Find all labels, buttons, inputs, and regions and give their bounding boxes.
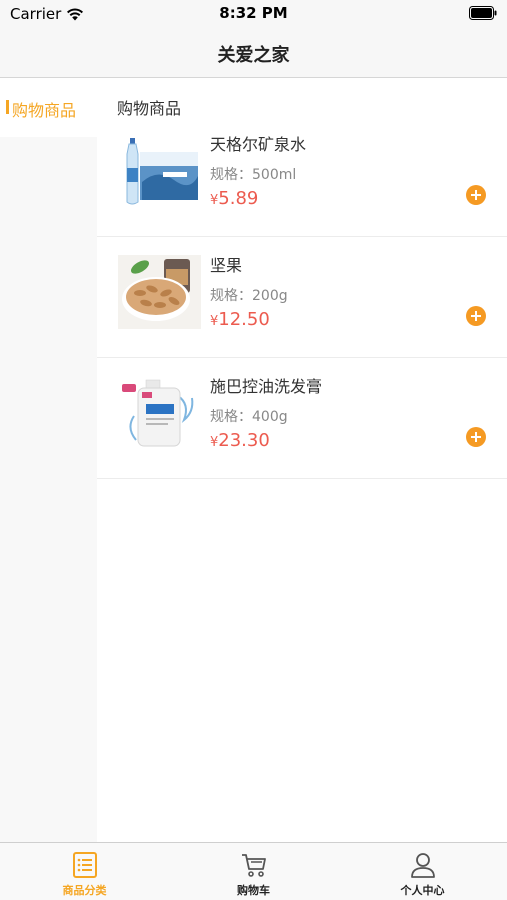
product-price: ¥23.30 <box>210 430 270 451</box>
water-bottle-image <box>118 134 201 208</box>
tab-label: 商品分类 <box>62 884 107 897</box>
tab-cart[interactable]: 购物车 <box>169 843 338 900</box>
status-bar: Carrier 8:32 PM <box>0 0 507 28</box>
nuts-image <box>118 255 201 329</box>
add-to-cart-button[interactable] <box>466 427 486 447</box>
product-price: ¥12.50 <box>210 309 270 330</box>
battery-icon <box>469 6 497 20</box>
product-name: 天格尔矿泉水 <box>210 135 307 154</box>
add-to-cart-button[interactable] <box>466 185 486 205</box>
page-title: 关爱之家 <box>217 45 290 66</box>
product-name: 坚果 <box>210 256 243 275</box>
tab-label: 购物车 <box>237 884 270 897</box>
product-spec: 规格：500ml <box>210 167 297 183</box>
price-value: 23.30 <box>218 430 270 451</box>
tab-profile[interactable]: 个人中心 <box>338 843 507 900</box>
category-sidebar: 购物商品 <box>0 79 97 842</box>
product-name: 施巴控油洗发膏 <box>210 377 323 396</box>
price-value: 5.89 <box>218 188 259 209</box>
price-value: 12.50 <box>218 309 270 330</box>
shampoo-image <box>118 376 201 450</box>
active-indicator <box>6 100 9 114</box>
product-price: ¥5.89 <box>210 188 258 209</box>
product-spec: 规格：400g <box>210 409 288 425</box>
product-list-panel: 购物商品 天格尔矿泉水 规格：500ml ¥5.89 坚果 规格：200g ¥1… <box>97 79 507 842</box>
product-item[interactable]: 施巴控油洗发膏 规格：400g ¥23.30 <box>97 358 507 479</box>
product-spec: 规格：200g <box>210 288 288 304</box>
sidebar-item-label: 购物商品 <box>12 101 77 120</box>
add-to-cart-button[interactable] <box>466 306 486 326</box>
product-item[interactable]: 坚果 规格：200g ¥12.50 <box>97 237 507 358</box>
status-time: 8:32 PM <box>219 4 288 22</box>
cart-icon <box>242 854 266 877</box>
tab-categories[interactable]: 商品分类 <box>0 843 169 900</box>
tab-label: 个人中心 <box>400 884 445 897</box>
list-icon <box>73 852 97 878</box>
tab-bar: 商品分类 购物车 个人中心 <box>0 842 507 900</box>
sidebar-item-shopping-goods[interactable]: 购物商品 <box>0 79 97 137</box>
product-item[interactable]: 天格尔矿泉水 规格：500ml ¥5.89 <box>97 116 507 237</box>
nav-bar: 关爱之家 <box>0 28 507 78</box>
person-icon <box>411 853 435 878</box>
